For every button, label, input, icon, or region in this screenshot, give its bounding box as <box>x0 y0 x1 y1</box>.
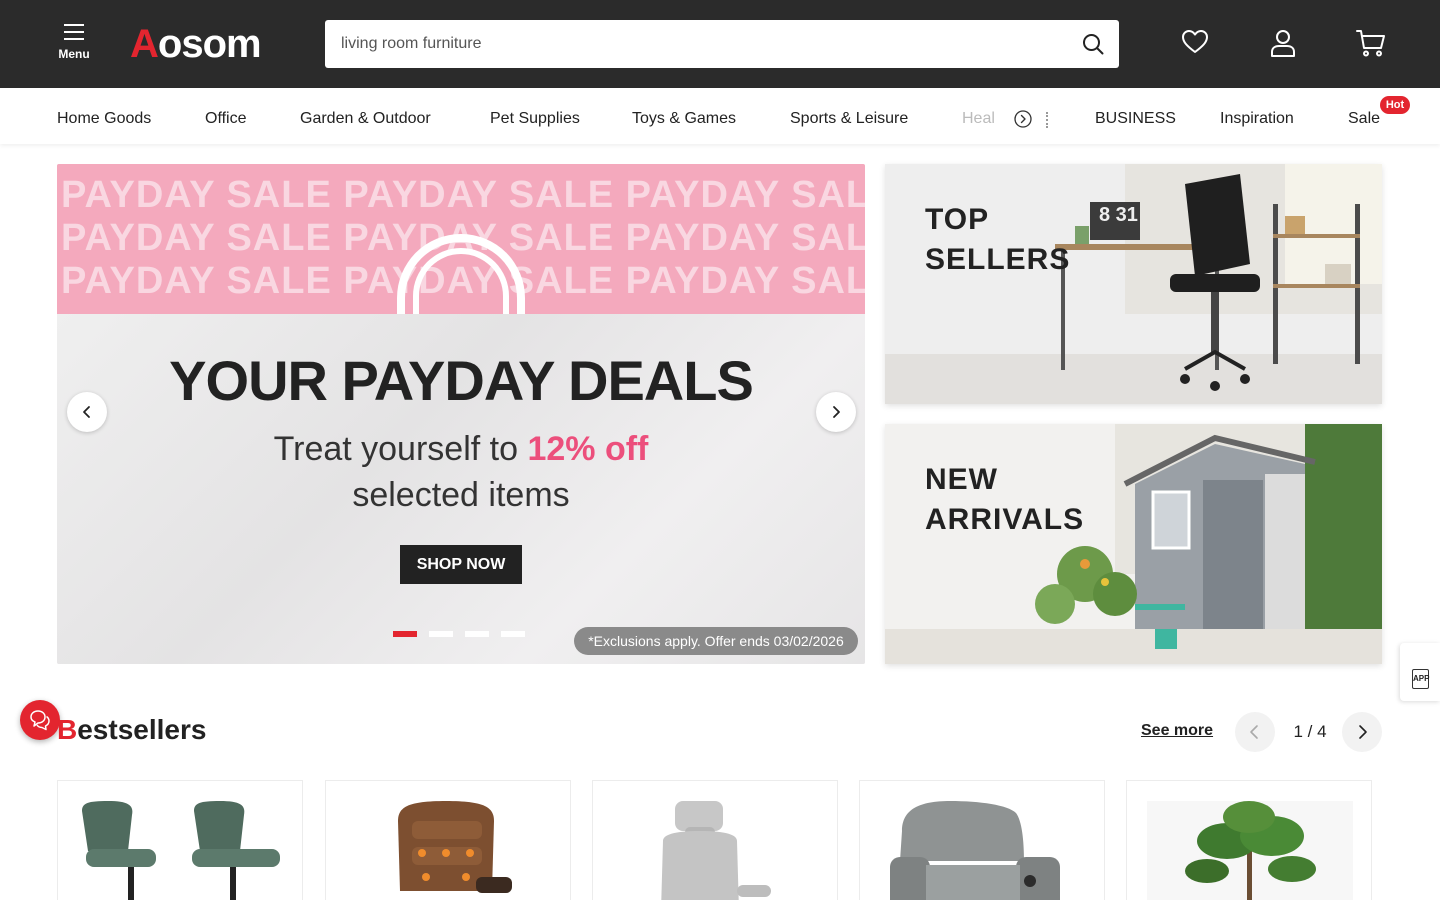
carousel-dot-3[interactable] <box>465 631 489 637</box>
product-card[interactable] <box>57 780 303 900</box>
nav-inspiration[interactable]: Inspiration <box>1220 110 1294 128</box>
desk-clock-text: 8 31 <box>1099 204 1138 226</box>
account-user-icon[interactable] <box>1269 28 1297 58</box>
bestsellers-title: Bestsellers <box>57 714 206 746</box>
bestsellers-title-first-letter: B <box>57 714 78 745</box>
carousel-next-button[interactable] <box>816 392 856 432</box>
promo-title-line-2: SELLERS <box>925 243 1071 276</box>
nav-garden-outdoor[interactable]: Garden & Outdoor <box>300 110 431 128</box>
logo-text: osom <box>157 22 262 66</box>
chat-bubble-icon <box>30 710 50 731</box>
chevron-right-icon <box>833 406 840 418</box>
nav-scroll-right-icon[interactable] <box>1014 110 1032 128</box>
see-more-link[interactable]: See more <box>1141 722 1213 740</box>
phone-app-icon: APP <box>1412 669 1429 689</box>
nav-sports-leisure[interactable]: Sports & Leisure <box>790 110 908 128</box>
promo-title-line-1: NEW <box>925 463 998 496</box>
menu-button[interactable]: Menu <box>55 22 93 66</box>
search-icon[interactable] <box>1081 32 1105 56</box>
hamburger-icon <box>64 24 84 40</box>
chevron-right-icon <box>1359 725 1367 739</box>
menu-label: Menu <box>58 47 90 61</box>
nav-office[interactable]: Office <box>205 110 247 128</box>
bestsellers-title-rest: estsellers <box>77 714 207 745</box>
category-nav: Home Goods Office Garden & Outdoor Pet S… <box>0 88 1440 144</box>
grey-recliner-armchair-image <box>890 801 1060 900</box>
bar-stools-image <box>82 801 280 900</box>
carousel-prev-button[interactable] <box>67 392 107 432</box>
app-download-tab[interactable]: APP <box>1400 643 1440 701</box>
promo-new-arrivals[interactable]: NEW ARRIVALS <box>885 424 1382 664</box>
subline-prefix: Treat yourself to <box>273 430 528 468</box>
nav-toys-games[interactable]: Toys & Games <box>632 110 736 128</box>
hot-badge: Hot <box>1380 96 1410 114</box>
artificial-plant-image <box>1147 801 1353 900</box>
payday-pattern: PAYDAY SALE PAYDAY SALE PAYDAY SALE PAYD… <box>57 164 865 314</box>
promo-title: TOP SELLERS <box>925 200 1070 280</box>
promo-top-sellers[interactable]: TOP SELLERS 8 31 <box>885 164 1382 404</box>
nav-pet-supplies[interactable]: Pet Supplies <box>490 110 580 128</box>
banner-subline-2: selected items <box>352 476 570 514</box>
nav-sale[interactable]: Sale <box>1348 110 1380 128</box>
product-card[interactable] <box>592 780 838 900</box>
aosom-logo[interactable]: Aosom <box>130 22 262 66</box>
nav-divider <box>1046 112 1048 128</box>
chevron-left-icon <box>1250 725 1258 739</box>
live-chat-button[interactable] <box>20 700 60 740</box>
search-bar <box>325 20 1119 68</box>
nav-health-truncated[interactable]: Heal <box>962 110 998 128</box>
discount-highlight: 12% off <box>527 430 649 468</box>
carousel-dot-1[interactable] <box>393 631 417 637</box>
shop-now-button[interactable]: SHOP NOW <box>400 545 522 584</box>
promo-title: NEW ARRIVALS <box>925 460 1084 540</box>
offer-disclaimer: *Exclusions apply. Offer ends 03/02/2026 <box>574 627 858 655</box>
top-header: Menu Aosom <box>0 0 1440 88</box>
nav-business[interactable]: BUSINESS <box>1095 110 1176 128</box>
promo-title-line-1: TOP <box>925 203 990 236</box>
search-input[interactable] <box>325 20 1065 68</box>
carousel-dot-4[interactable] <box>501 631 525 637</box>
carousel-dot-2[interactable] <box>429 631 453 637</box>
grey-reclining-chair-image <box>661 801 771 900</box>
product-card[interactable] <box>325 780 571 900</box>
bestsellers-prev-button[interactable] <box>1235 712 1275 752</box>
massage-office-chair-image <box>398 801 512 893</box>
bestsellers-next-button[interactable] <box>1342 712 1382 752</box>
hero-carousel[interactable]: PAYDAY SALE PAYDAY SALE PAYDAY SALE PAYD… <box>57 164 865 664</box>
banner-subline-1: Treat yourself to 12% off <box>57 430 865 469</box>
bestsellers-page-indicator: 1 / 4 <box>1293 722 1327 741</box>
product-card[interactable] <box>859 780 1105 900</box>
chevron-left-icon <box>83 406 90 418</box>
pattern-row-1: PAYDAY SALE PAYDAY SALE PAYDAY SALE <box>61 174 865 216</box>
nav-home-goods[interactable]: Home Goods <box>57 110 151 128</box>
promo-title-line-2: ARRIVALS <box>925 503 1085 536</box>
cart-icon[interactable] <box>1356 28 1386 58</box>
wishlist-heart-icon[interactable] <box>1181 28 1209 56</box>
logo-letter-a: A <box>130 22 159 66</box>
product-card[interactable] <box>1126 780 1372 900</box>
banner-headline: YOUR PAYDAY DEALS <box>169 349 754 412</box>
